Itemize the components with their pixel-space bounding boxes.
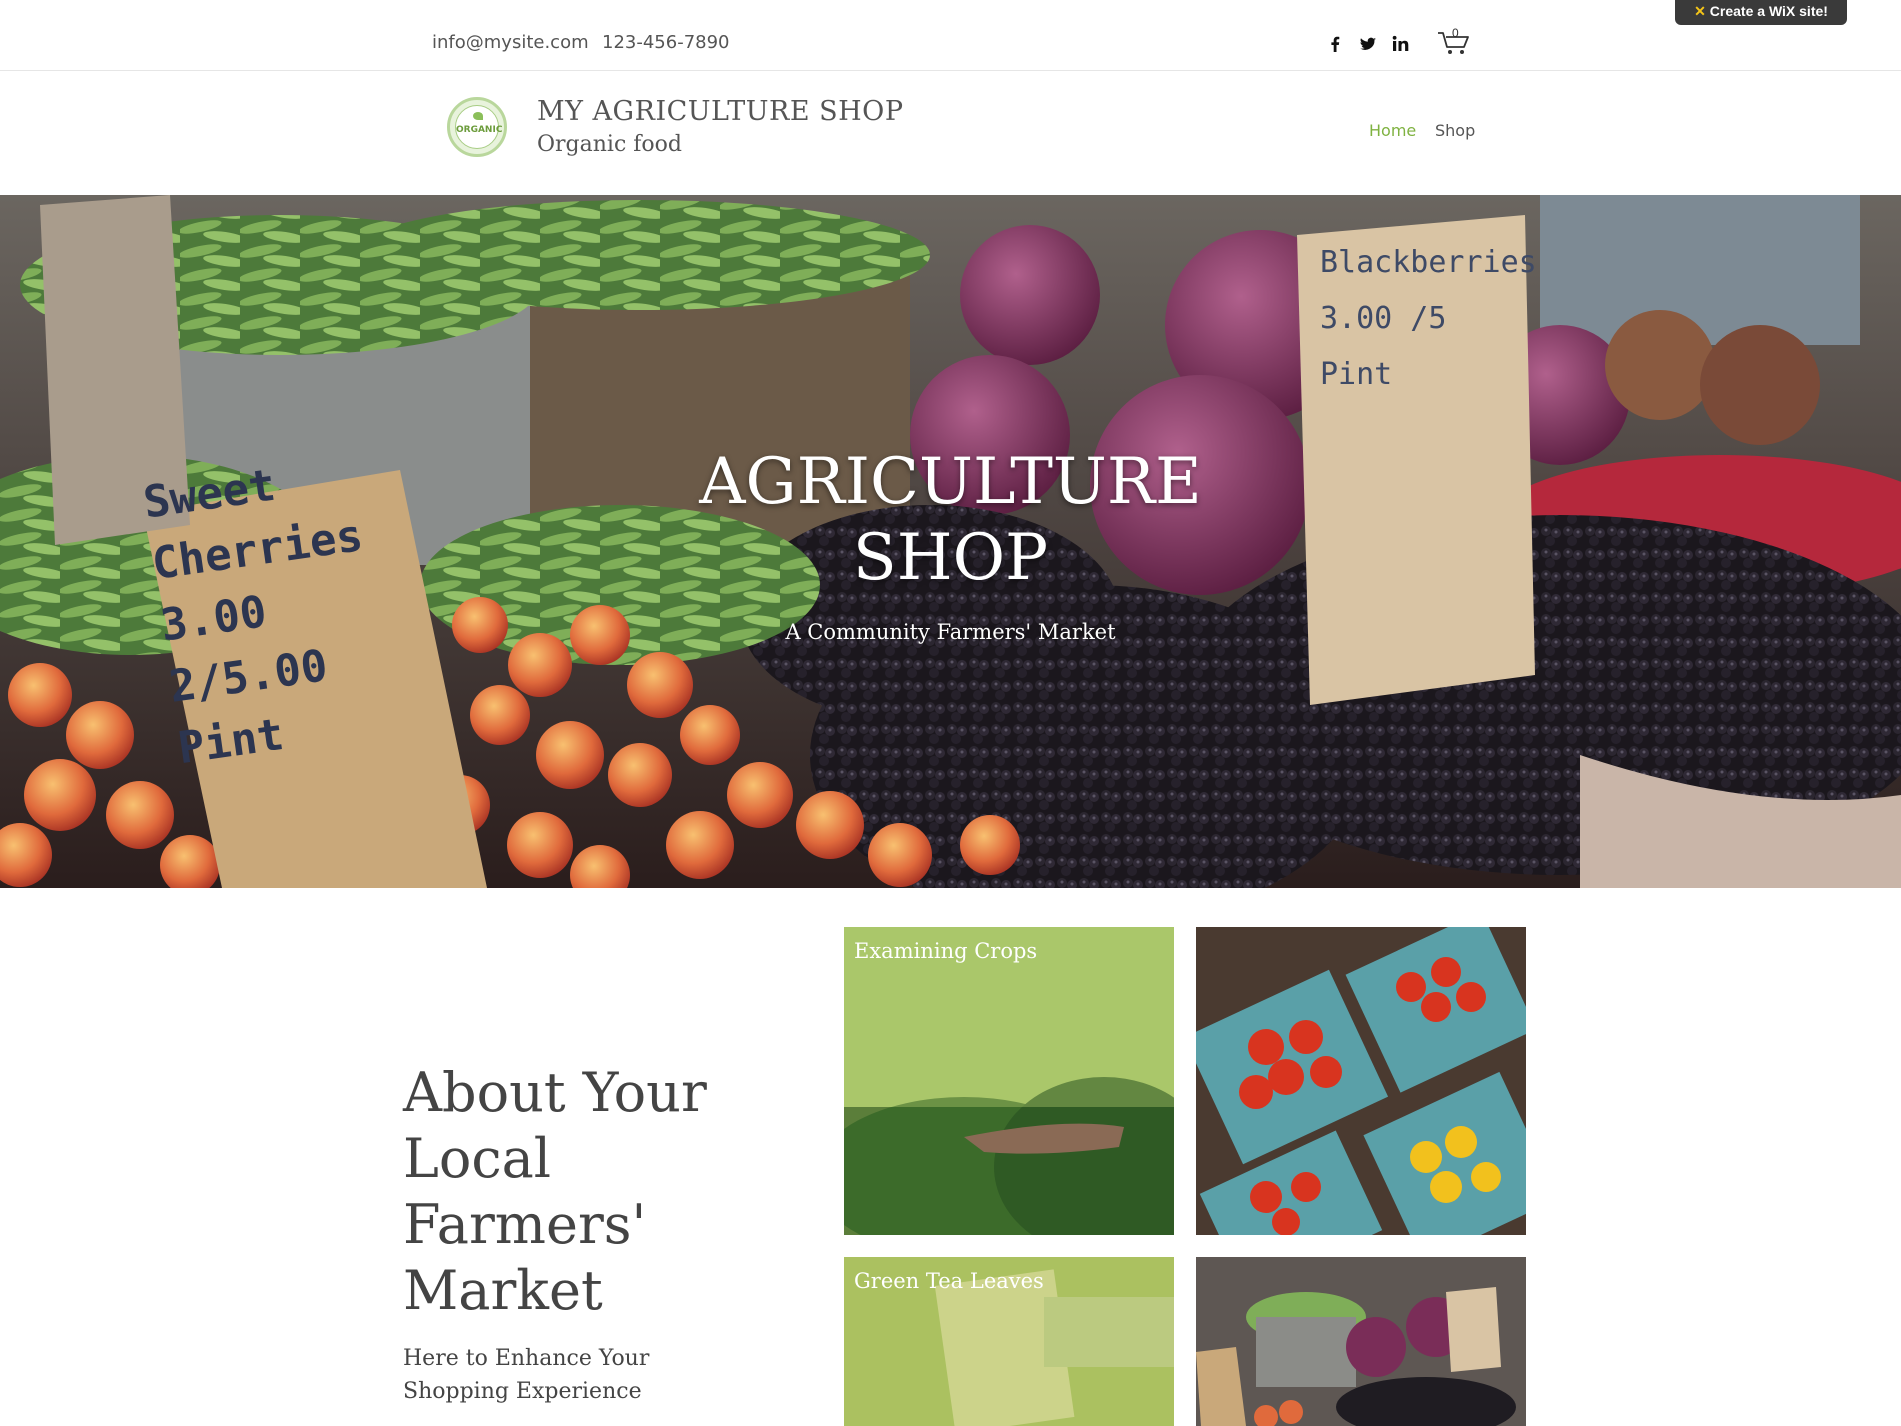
wix-star-icon: ✕ bbox=[1694, 3, 1706, 19]
tomatoes-image bbox=[1196, 927, 1526, 1235]
twitter-icon[interactable] bbox=[1358, 34, 1378, 54]
wix-banner[interactable]: ✕ Create a WiX site! bbox=[1675, 0, 1847, 25]
logo-text: ORGANIC bbox=[456, 125, 503, 135]
cart-count: 0 bbox=[1452, 26, 1459, 40]
hero-title-line1: AGRICULTURE bbox=[699, 445, 1202, 519]
hero-title-line2: SHOP bbox=[852, 521, 1049, 595]
wix-badge-label: Create a WiX site! bbox=[1709, 3, 1828, 19]
leaf-icon bbox=[473, 112, 483, 120]
about-heading: About Your Local Farmers' Market bbox=[403, 1061, 707, 1322]
crops-image bbox=[844, 927, 1174, 1235]
gallery-tile-tomatoes[interactable] bbox=[1196, 927, 1526, 1235]
nav-shop[interactable]: Shop bbox=[1435, 121, 1475, 140]
hero-subtitle: A Community Farmers' Market bbox=[785, 620, 1116, 644]
market-image bbox=[1196, 1257, 1526, 1426]
site-subtitle: Organic food bbox=[537, 132, 682, 157]
gallery-tile-crops[interactable]: Examining Crops bbox=[844, 927, 1174, 1235]
cart-icon[interactable]: 0 bbox=[1437, 26, 1471, 56]
linkedin-icon[interactable] bbox=[1391, 34, 1411, 54]
site-title[interactable]: MY AGRICULTURE SHOP bbox=[537, 96, 904, 127]
gallery-tile-tea[interactable]: Green Tea Leaves bbox=[844, 1257, 1174, 1426]
facebook-icon[interactable] bbox=[1325, 34, 1345, 54]
tile-caption: Green Tea Leaves bbox=[854, 1269, 1044, 1293]
phone-link[interactable]: 123-456-7890 bbox=[602, 32, 730, 53]
nav-home[interactable]: Home bbox=[1369, 121, 1416, 140]
email-link[interactable]: info@mysite.com bbox=[432, 32, 589, 53]
organic-logo[interactable]: ORGANIC bbox=[447, 97, 507, 157]
hero-title: AGRICULTURE SHOP bbox=[0, 444, 1901, 596]
about-text: Here to Enhance Your Shopping Experience bbox=[403, 1346, 650, 1404]
tile-caption: Examining Crops bbox=[854, 939, 1038, 963]
gallery-tile-market[interactable] bbox=[1196, 1257, 1526, 1426]
top-bar bbox=[0, 0, 1901, 71]
sign-right-text: Blackberries 3.00 /5 Pint bbox=[1320, 245, 1537, 392]
